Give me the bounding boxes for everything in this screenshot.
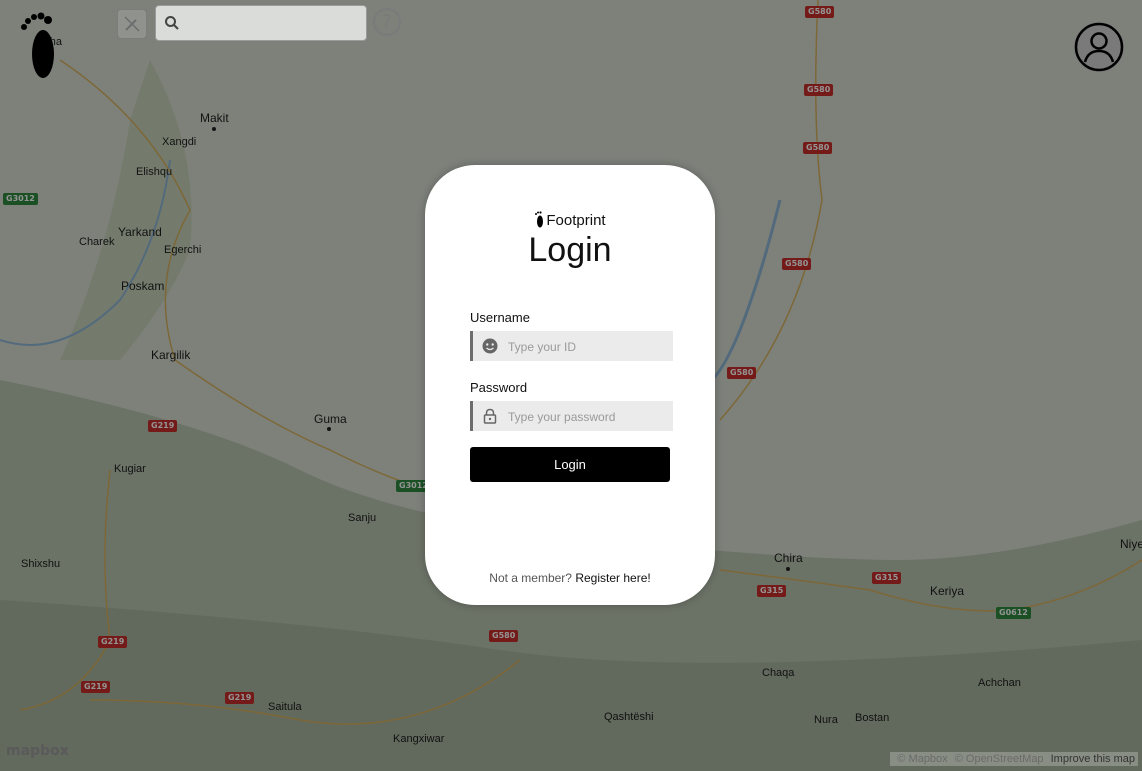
face-icon xyxy=(482,338,498,354)
password-label: Password xyxy=(470,380,528,395)
password-field[interactable] xyxy=(470,401,673,431)
username-label: Username xyxy=(470,310,530,325)
lock-icon xyxy=(483,408,497,424)
brand: Footprint xyxy=(425,211,715,229)
login-button[interactable]: Login xyxy=(470,447,670,482)
password-input[interactable] xyxy=(506,406,670,428)
username-field[interactable] xyxy=(470,331,673,361)
register-prompt: Not a member? xyxy=(489,571,572,585)
map-attribution: © Mapbox © OpenStreetMap Improve this ma… xyxy=(890,752,1138,766)
username-input[interactable] xyxy=(506,336,670,358)
mapbox-attribution-link[interactable]: © Mapbox xyxy=(897,753,947,765)
footprint-icon xyxy=(535,211,544,228)
edit-disabled-button[interactable] xyxy=(117,9,147,39)
osm-attribution-link[interactable]: © OpenStreetMap xyxy=(955,753,1044,765)
search-bar[interactable] xyxy=(155,5,367,41)
help-button[interactable]: ? xyxy=(373,8,401,36)
brand-name: Footprint xyxy=(546,212,606,229)
improve-map-link[interactable]: Improve this map xyxy=(1051,753,1135,765)
user-icon xyxy=(1074,22,1124,72)
search-input[interactable] xyxy=(186,12,360,36)
user-account-button[interactable] xyxy=(1074,22,1124,72)
footprint-logo-icon[interactable] xyxy=(16,12,60,82)
search-icon xyxy=(165,16,179,30)
pencil-off-icon xyxy=(124,16,140,32)
register-link[interactable]: Register here! xyxy=(575,571,650,585)
page-title: Login xyxy=(528,231,612,269)
register-row: Not a member? Register here! xyxy=(425,571,715,585)
mapbox-logo[interactable]: mapbox xyxy=(6,743,69,759)
login-dialog: Footprint Login Username Password Login … xyxy=(425,165,715,605)
